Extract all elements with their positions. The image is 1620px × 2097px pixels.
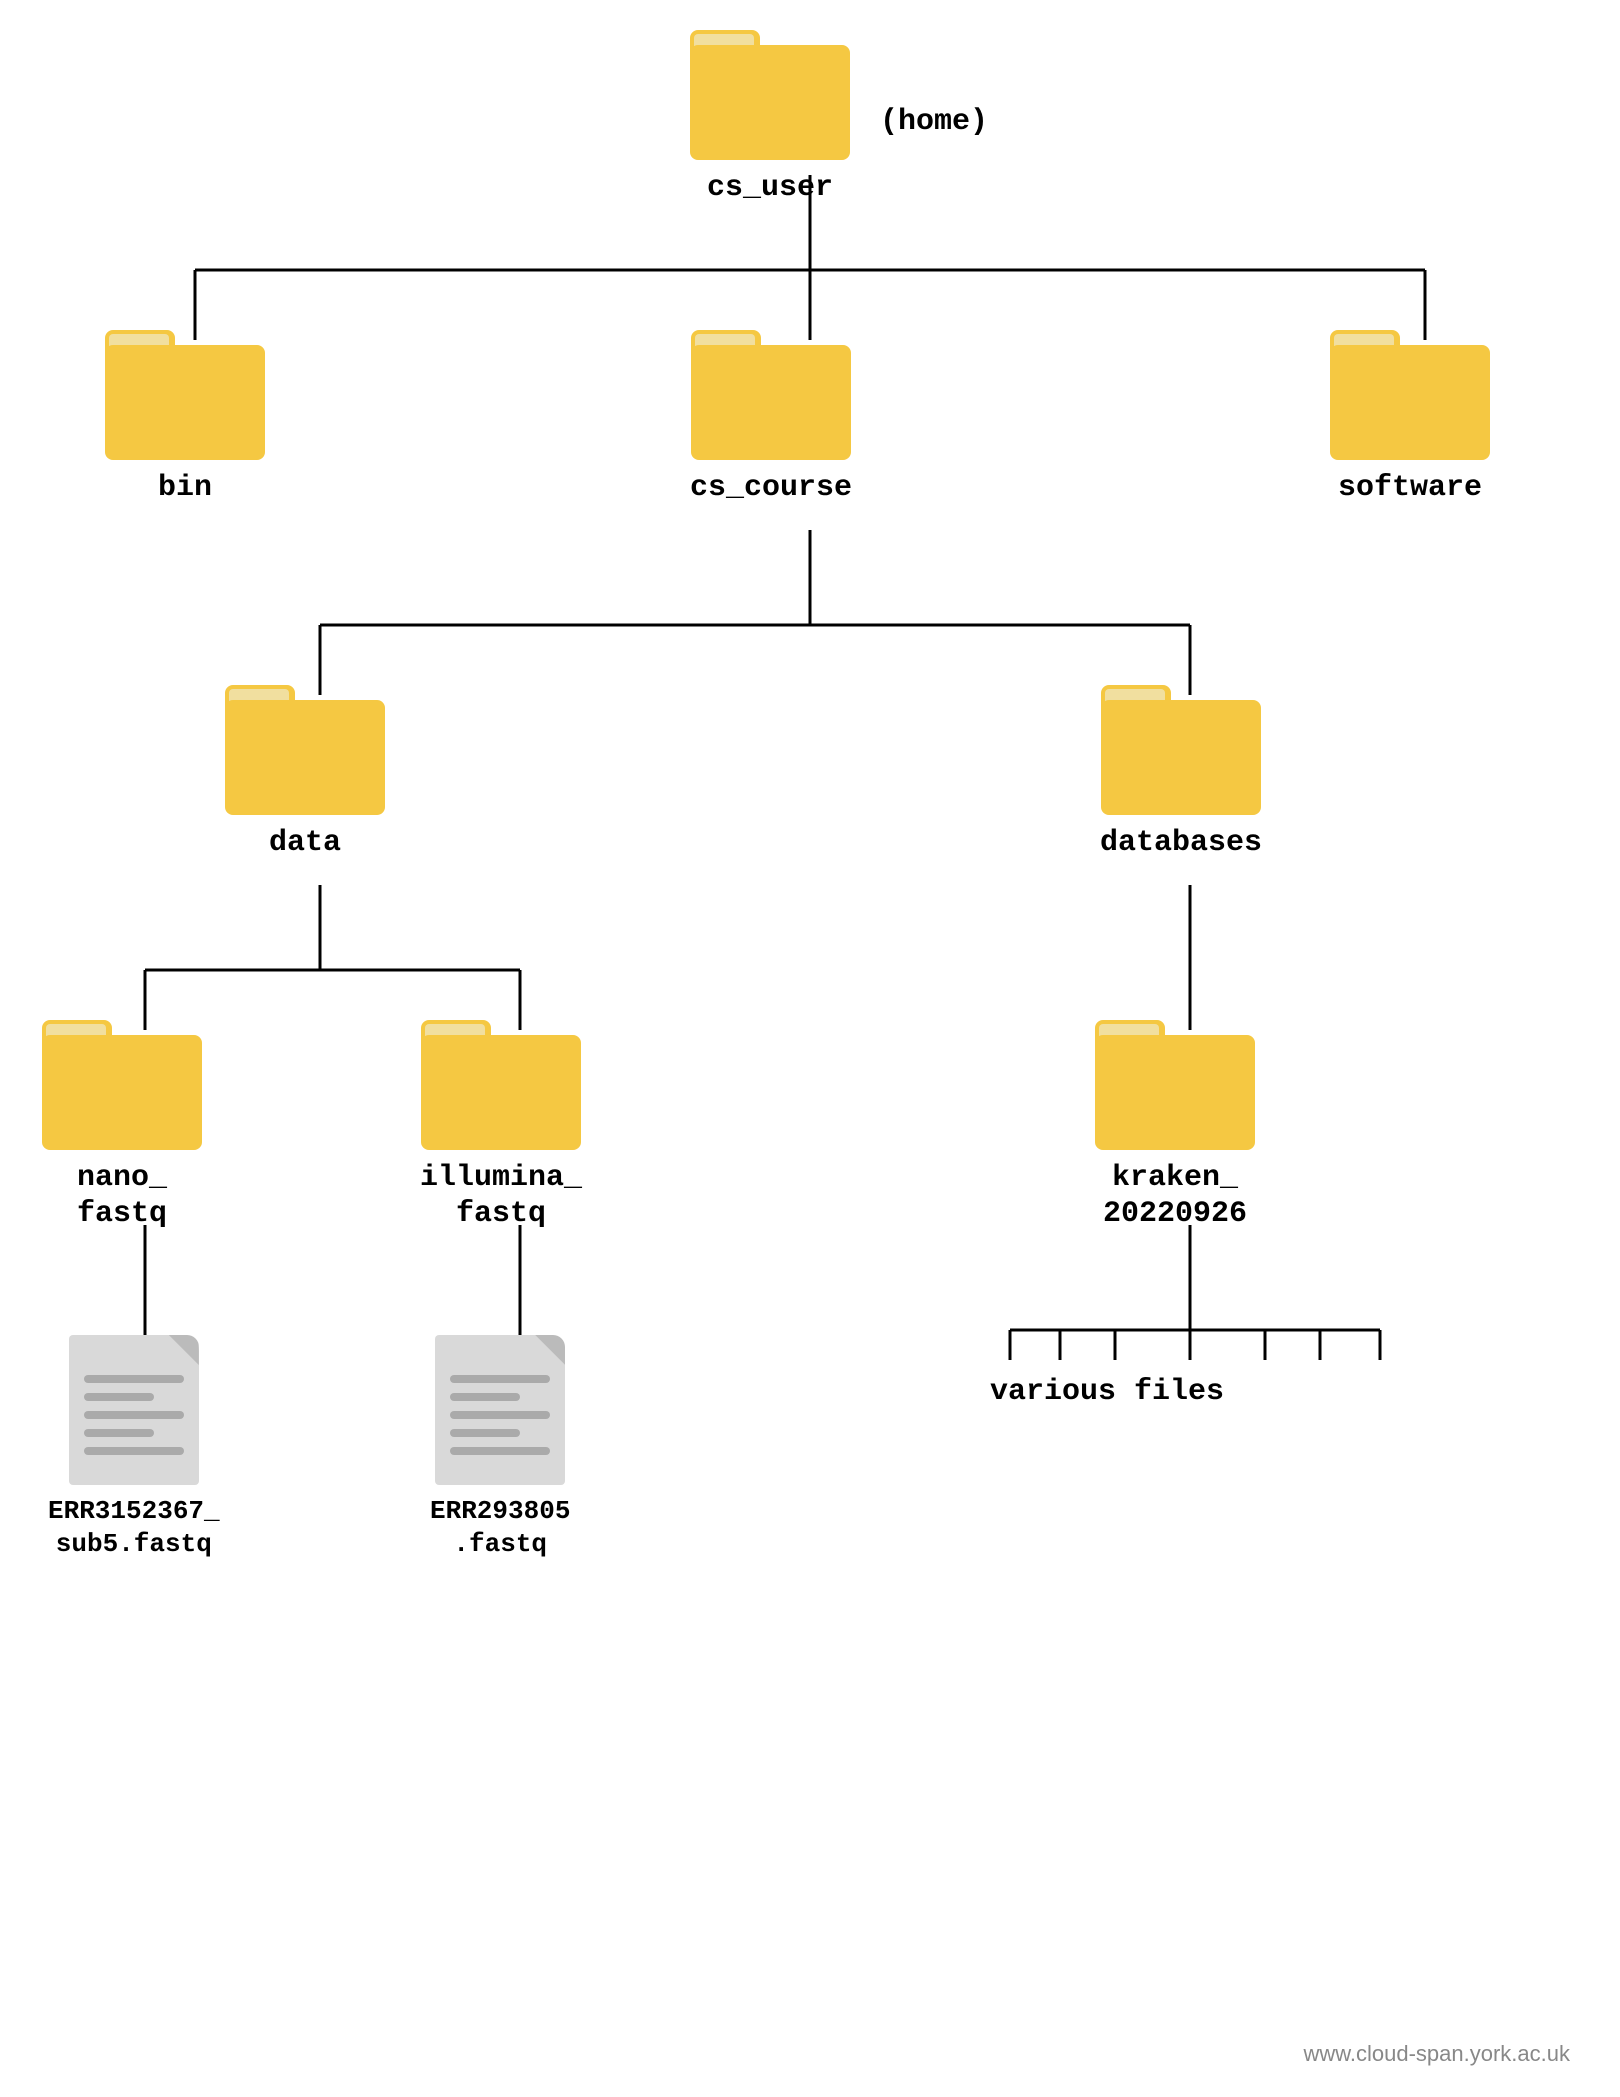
file-icon-err3152367 (69, 1330, 199, 1485)
folder-label-data: data (269, 825, 341, 861)
folder-label-cs-user: cs_user (707, 170, 833, 206)
folder-label-bin: bin (158, 470, 212, 506)
file-label-err3152367: ERR3152367_ sub5.fastq (48, 1495, 220, 1560)
folder-databases: databases (1100, 685, 1262, 861)
folder-illumina-fastq: illumina_ fastq (420, 1020, 582, 1232)
folder-icon-illumina-fastq (421, 1020, 581, 1150)
folder-icon-kraken (1095, 1020, 1255, 1150)
folder-kraken: kraken_ 20220926 (1095, 1020, 1255, 1232)
folder-nano-fastq: nano_ fastq (42, 1020, 202, 1232)
folder-icon-databases (1101, 685, 1261, 815)
folder-icon-cs-user (690, 30, 850, 160)
folder-label-databases: databases (1100, 825, 1262, 861)
folder-icon-software (1330, 330, 1490, 460)
folder-label-nano-fastq: nano_ fastq (77, 1160, 167, 1232)
file-icon-err293805 (435, 1330, 565, 1485)
folder-icon-bin (105, 330, 265, 460)
various-files-label: various files (990, 1375, 1224, 1409)
folder-software: software (1330, 330, 1490, 506)
folder-bin: bin (105, 330, 265, 506)
folder-cs-user: cs_user (690, 30, 850, 206)
folder-icon-data (225, 685, 385, 815)
folder-label-illumina-fastq: illumina_ fastq (420, 1160, 582, 1232)
folder-data: data (225, 685, 385, 861)
watermark: www.cloud-span.york.ac.uk (1303, 2041, 1570, 2067)
folder-icon-cs-course (691, 330, 851, 460)
file-err293805: ERR293805 .fastq (430, 1330, 570, 1560)
file-label-err293805: ERR293805 .fastq (430, 1495, 570, 1560)
home-label: (home) (880, 105, 988, 139)
folder-label-kraken: kraken_ 20220926 (1103, 1160, 1247, 1232)
file-err3152367: ERR3152367_ sub5.fastq (48, 1330, 220, 1560)
folder-label-software: software (1338, 470, 1482, 506)
folder-label-cs-course: cs_course (690, 470, 852, 506)
folder-icon-nano-fastq (42, 1020, 202, 1150)
folder-cs-course: cs_course (690, 330, 852, 506)
